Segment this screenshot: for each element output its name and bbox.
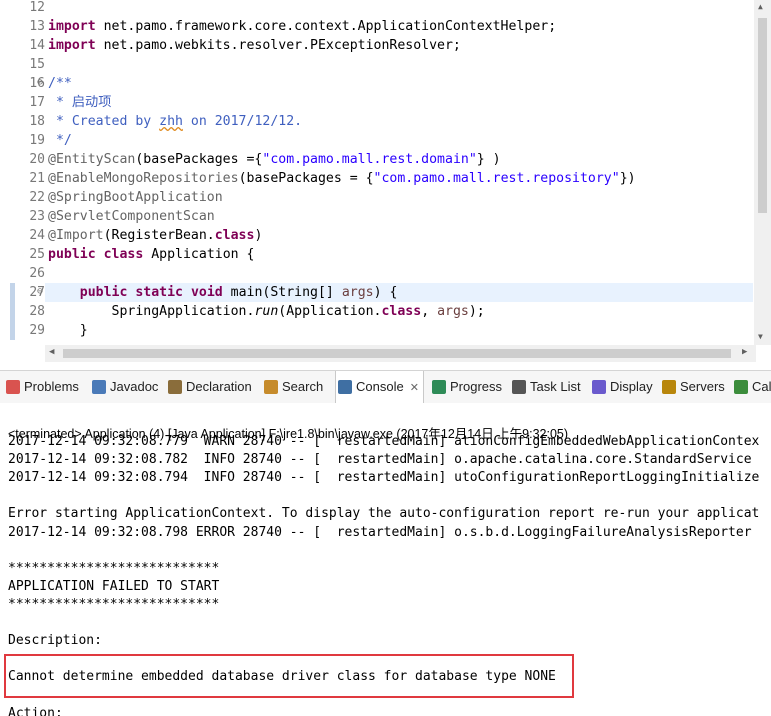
line-number: 24 (29, 228, 45, 243)
console-line: 2017-12-14 09:32:08.798 ERROR 28740 -- [… (8, 524, 752, 540)
editor-vertical-scrollbar[interactable]: ▲ ▼ (754, 0, 771, 345)
tab-servers[interactable]: Servers (662, 371, 725, 403)
code-line: */ (48, 133, 72, 148)
error-highlight-box (4, 654, 574, 698)
code-line: public class Application { (48, 247, 255, 262)
console-line: 2017-12-14 09:32:08.794 INFO 28740 -- [ … (8, 470, 760, 486)
tab-label: Cal (752, 379, 771, 394)
tab-search[interactable]: Search (264, 371, 323, 403)
code-line: import net.pamo.framework.core.context.A… (48, 19, 557, 34)
code-line: @EnableMongoRepositories(basePackages = … (48, 171, 636, 186)
tab-javadoc[interactable]: Javadoc (92, 371, 158, 403)
console-line: *************************** (8, 596, 220, 612)
code-line: @Import(RegisterBean.class) (48, 228, 263, 243)
tab-problems[interactable]: Problems (6, 371, 79, 403)
task-list-icon (512, 379, 526, 394)
tab-progress[interactable]: Progress (432, 371, 502, 403)
close-icon[interactable]: ✕ (410, 382, 419, 394)
code-line: } (48, 323, 88, 338)
declaration-icon (168, 379, 182, 394)
tab-display[interactable]: Display (592, 371, 653, 403)
display-icon (592, 379, 606, 394)
console-line: Action: (8, 705, 63, 716)
fold-toggle-icon[interactable]: ⊖ (37, 286, 43, 297)
view-tab-bar: Problems Javadoc Declaration Search Console ✕… (0, 370, 771, 404)
code-line: @EntityScan(basePackages ={"com.pamo.mal… (48, 152, 501, 167)
tab-label: Task List (530, 379, 581, 394)
line-number: 22 (29, 190, 45, 205)
tab-console[interactable]: Console ✕ (335, 371, 424, 404)
console-line: APPLICATION FAILED TO START (8, 578, 220, 594)
javadoc-icon (92, 379, 106, 394)
line-number: 12 (29, 0, 45, 15)
progress-icon (432, 379, 446, 394)
code-line: /** (48, 76, 72, 91)
line-number: 13 (29, 19, 45, 34)
line-number: 19 (29, 133, 45, 148)
line-number: 20 (29, 152, 45, 167)
tab-label: Display (610, 379, 653, 394)
code-line: @ServletComponentScan (48, 209, 215, 224)
scrollbar-thumb[interactable] (758, 18, 767, 213)
scroll-down-icon[interactable]: ▼ (758, 332, 763, 341)
scroll-up-icon[interactable]: ▲ (758, 2, 763, 11)
code-line: * Created by zhh on 2017/12/12. (48, 114, 303, 129)
tab-task-list[interactable]: Task List (512, 371, 581, 403)
line-number: 23 (29, 209, 45, 224)
problems-icon (6, 379, 20, 394)
code-line: SpringApplication.run(Application.class,… (48, 304, 485, 319)
console-line: Error starting ApplicationContext. To di… (8, 506, 760, 522)
line-number: 25 (29, 247, 45, 262)
tab-label: Servers (680, 379, 725, 394)
console-line: *************************** (8, 560, 220, 576)
tab-declaration[interactable]: Declaration (168, 371, 252, 403)
overview-ruler (0, 0, 8, 345)
tab-label: Search (282, 379, 324, 394)
tab-label: Progress (450, 379, 503, 394)
console-line: 2017-12-14 09:32:08.782 INFO 28740 -- [ … (8, 452, 752, 468)
code-area[interactable]: import net.pamo.framework.core.context.A… (45, 0, 756, 345)
code-line: import net.pamo.webkits.resolver.PExcept… (48, 38, 461, 53)
scroll-left-icon[interactable]: ◀ (49, 347, 54, 357)
console-line: 2017-12-14 09:32:08.779 WARN 28740 -- [ … (8, 434, 760, 449)
line-number: 21 (29, 171, 45, 186)
tab-label: Declaration (186, 379, 252, 394)
console-icon (338, 379, 352, 394)
tab-label: Javadoc (110, 379, 159, 394)
call-hierarchy-icon (734, 379, 748, 394)
tab-label: Problems (24, 379, 79, 394)
change-ruler-mark (10, 302, 15, 321)
code-line: @SpringBootApplication (48, 190, 223, 205)
console-view[interactable]: <terminated> Application (4) [Java Appli… (0, 403, 771, 716)
tab-cal[interactable]: Cal (734, 371, 771, 403)
scroll-right-icon[interactable]: ▶ (742, 347, 747, 357)
editor-horizontal-scrollbar[interactable]: ◀ ▶ (45, 345, 756, 362)
change-ruler-mark (10, 283, 15, 302)
search-icon (264, 379, 278, 394)
servers-icon (662, 379, 676, 394)
change-ruler-mark (10, 321, 15, 340)
console-line: Description: (8, 633, 102, 649)
tab-label: Console (356, 379, 404, 394)
line-number: 14 (29, 38, 45, 53)
line-number: 18 (29, 114, 45, 129)
scrollbar-thumb[interactable] (63, 349, 731, 358)
code-line: public static void main(String[] args) { (79, 285, 398, 300)
code-line: * 启动项 (48, 95, 112, 110)
line-number: 26 (29, 266, 45, 281)
fold-toggle-icon[interactable]: ⊖ (37, 77, 43, 88)
code-editor[interactable]: 12 13 14 15 16 ⊖ 17 18 19 20 21 22 23 24 25 26 27 ⊖ 28 29 i… (0, 0, 771, 365)
line-number: 15 (29, 57, 45, 72)
line-number: 17 (29, 95, 45, 110)
